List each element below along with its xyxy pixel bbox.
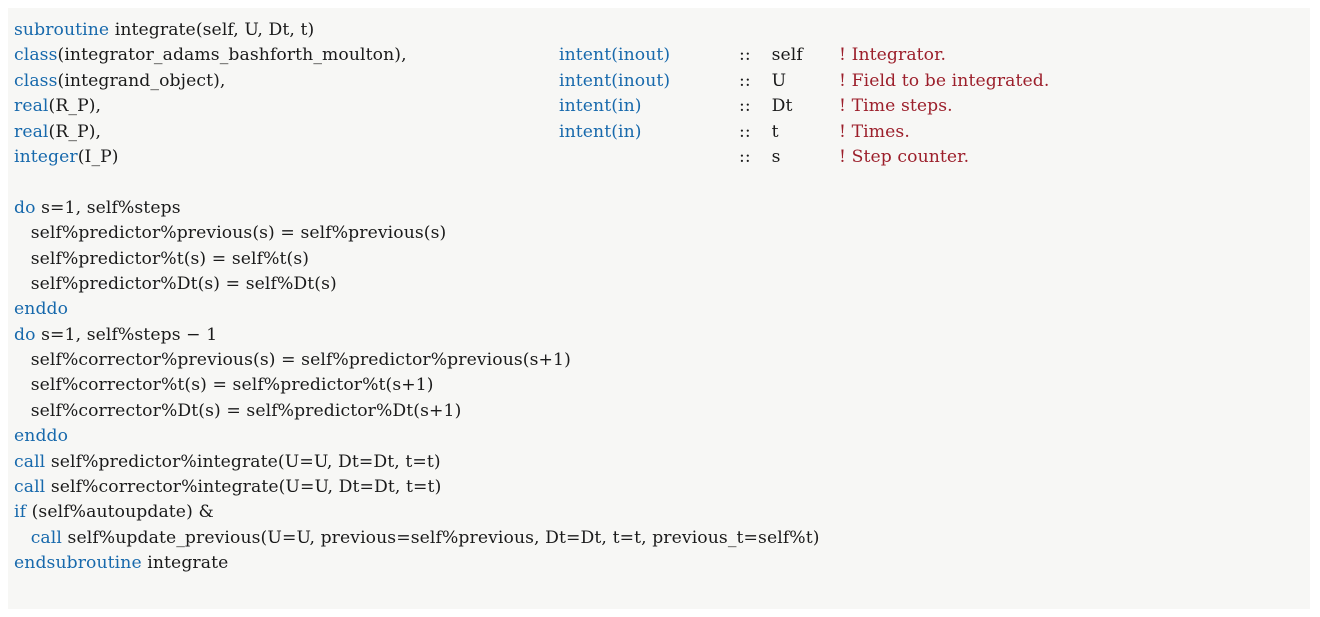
declaration-intent: intent(inout) bbox=[559, 69, 739, 94]
intent-keyword: intent bbox=[559, 70, 612, 91]
statement-keyword: enddo bbox=[14, 299, 69, 320]
code-line: self%corrector%previous(s) = self%predic… bbox=[8, 348, 1310, 373]
statement-keyword: call bbox=[30, 527, 62, 548]
statement-text: self%corrector%Dt(s) = self%predictor%Dt… bbox=[14, 400, 462, 421]
declaration-type: class(integrand_object), bbox=[14, 69, 559, 94]
comment-text: ! Time steps. bbox=[839, 96, 953, 117]
code-line: self%predictor%previous(s) = self%previo… bbox=[8, 221, 1310, 246]
type-spec: (integrator_adams_bashforth_moulton), bbox=[57, 45, 407, 66]
type-spec: (I_P) bbox=[77, 146, 119, 167]
type-spec: (integrand_object), bbox=[57, 70, 226, 91]
double-colon: :: bbox=[739, 70, 751, 91]
declared-variable: U bbox=[766, 70, 787, 91]
comment-text: ! Integrator. bbox=[839, 45, 947, 66]
code-line: call self%corrector%integrate(U=U, Dt=Dt… bbox=[8, 475, 1310, 500]
type-keyword: class bbox=[14, 45, 58, 66]
statement-text: self%corrector%previous(s) = self%predic… bbox=[14, 350, 571, 371]
declared-variable: Dt bbox=[766, 96, 793, 117]
type-keyword: integer bbox=[14, 146, 78, 167]
statement-keyword: do bbox=[14, 197, 36, 218]
code-line: self%corrector%t(s) = self%predictor%t(s… bbox=[8, 373, 1310, 398]
statement-keyword: subroutine bbox=[14, 20, 110, 40]
statement-keyword: call bbox=[14, 451, 46, 472]
declaration-type: class(integrator_adams_bashforth_moulton… bbox=[14, 43, 559, 68]
statement-text: self%update_previous(U=U, previous=self%… bbox=[61, 527, 820, 548]
declared-variable: s bbox=[766, 146, 781, 167]
statement-text: (self%autoupdate) & bbox=[26, 502, 214, 523]
double-colon: :: bbox=[739, 96, 751, 117]
code-line: self%predictor%Dt(s) = self%Dt(s) bbox=[8, 272, 1310, 297]
statement-text: self%predictor%previous(s) = self%previo… bbox=[14, 223, 447, 244]
double-colon: :: bbox=[739, 121, 751, 142]
statement-keyword: do bbox=[14, 324, 36, 345]
intent-keyword: intent bbox=[559, 121, 612, 142]
code-line: endsubroutine integrate bbox=[8, 551, 1310, 576]
code-line: class(integrand_object), intent(inout):: … bbox=[8, 69, 1310, 94]
intent-spec: (in) bbox=[611, 96, 642, 117]
intent-spec: (in) bbox=[611, 121, 642, 142]
code-listing: subroutine integrate(self, U, Dt, t) clas… bbox=[8, 8, 1310, 609]
declaration-type: real(R_P), bbox=[14, 120, 559, 145]
intent-spec: (inout) bbox=[611, 70, 671, 91]
statement-text: self%predictor%Dt(s) = self%Dt(s) bbox=[14, 273, 337, 294]
statement-text: integrate bbox=[141, 553, 229, 574]
statement-keyword: enddo bbox=[14, 426, 69, 447]
declaration-type: real(R_P), bbox=[14, 94, 559, 119]
type-keyword: real bbox=[14, 96, 49, 117]
code-line: enddo bbox=[8, 297, 1310, 322]
comment-text: ! Step counter. bbox=[839, 146, 970, 167]
code-line: do s=1, self%steps bbox=[8, 196, 1310, 221]
code-line: if (self%autoupdate) & bbox=[8, 500, 1310, 525]
code-line: subroutine integrate(self, U, Dt, t) bbox=[8, 18, 1310, 43]
statement-keyword: if bbox=[14, 502, 27, 523]
type-keyword: real bbox=[14, 121, 49, 142]
declaration-type: integer(I_P) bbox=[14, 145, 559, 170]
comment-text: ! Times. bbox=[839, 121, 910, 142]
code-line: call self%update_previous(U=U, previous=… bbox=[8, 526, 1310, 551]
intent-keyword: intent bbox=[559, 45, 612, 66]
statement-keyword: endsubroutine bbox=[14, 553, 142, 574]
double-colon: :: bbox=[739, 146, 751, 167]
type-spec: (R_P), bbox=[48, 96, 102, 117]
code-line: self%predictor%t(s) = self%t(s) bbox=[8, 247, 1310, 272]
code-line: self%corrector%Dt(s) = self%predictor%Dt… bbox=[8, 399, 1310, 424]
statement-text: self%corrector%t(s) = self%predictor%t(s… bbox=[14, 375, 434, 396]
code-line: do s=1, self%steps − 1 bbox=[8, 323, 1310, 348]
comment-text: ! Field to be integrated. bbox=[839, 70, 1050, 91]
declared-variable: self bbox=[766, 45, 803, 66]
code-line: real(R_P), intent(in):: Dt! Time steps. bbox=[8, 94, 1310, 119]
statement-text: s=1, self%steps bbox=[35, 197, 181, 218]
statement-text: self%corrector%integrate(U=U, Dt=Dt, t=t… bbox=[45, 477, 442, 498]
statement-keyword: call bbox=[14, 477, 46, 498]
statement-text: s=1, self%steps − 1 bbox=[35, 324, 218, 345]
intent-keyword: intent bbox=[559, 96, 612, 117]
intent-spec: (inout) bbox=[611, 45, 671, 66]
type-spec: (R_P), bbox=[48, 121, 102, 142]
code-line: call self%predictor%integrate(U=U, Dt=Dt… bbox=[8, 450, 1310, 475]
code-line: class(integrator_adams_bashforth_moulton… bbox=[8, 43, 1310, 68]
code-line: enddo bbox=[8, 424, 1310, 449]
type-keyword: class bbox=[14, 70, 58, 91]
declaration-intent: intent(in) bbox=[559, 120, 739, 145]
statement-text: self%predictor%integrate(U=U, Dt=Dt, t=t… bbox=[45, 451, 441, 472]
declared-variable: t bbox=[766, 121, 779, 142]
code-line: real(R_P), intent(in):: t! Times. bbox=[8, 120, 1310, 145]
statement-text: integrate(self, U, Dt, t) bbox=[109, 20, 315, 40]
code-line: integer(I_P):: s ! Step counter. bbox=[8, 145, 1310, 170]
declaration-intent: intent(in) bbox=[559, 94, 739, 119]
double-colon: :: bbox=[739, 45, 751, 66]
statement-text: self%predictor%t(s) = self%t(s) bbox=[14, 248, 310, 269]
declaration-intent: intent(inout) bbox=[559, 43, 739, 68]
